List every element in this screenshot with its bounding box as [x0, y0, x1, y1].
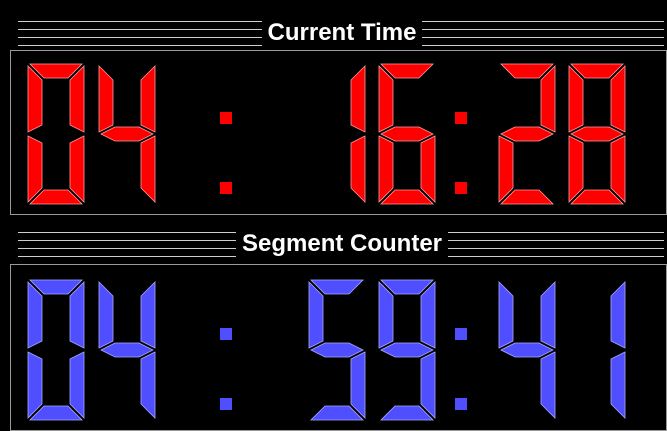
segment-f [27, 281, 43, 349]
digit-5 [610, 281, 626, 419]
segment-b [69, 65, 85, 133]
digit-4 [498, 63, 556, 205]
segment-g [570, 126, 624, 142]
segment-counter-header: Segment Counter [0, 225, 667, 263]
segment-e [568, 135, 584, 203]
segment-g [500, 342, 554, 358]
colon-1 [455, 328, 467, 410]
digit-3 [378, 63, 436, 205]
segment-g [380, 126, 434, 142]
segment-b [610, 65, 626, 133]
segment-counter-display [27, 279, 626, 421]
header-rule [422, 45, 664, 46]
colon-0 [220, 112, 232, 194]
colon-dot [220, 182, 232, 194]
segment-g [100, 126, 154, 142]
segment-e [498, 135, 514, 203]
header-rule [448, 240, 664, 241]
segment-g [310, 342, 364, 358]
segment-f [98, 281, 114, 349]
segment-f [98, 65, 114, 133]
segment-c [540, 351, 556, 419]
segment-c [350, 351, 366, 419]
segment-f [498, 281, 514, 349]
header-rule [18, 29, 262, 30]
digit-1 [98, 65, 156, 203]
digit-3 [378, 279, 436, 421]
segment-b [140, 281, 156, 349]
segment-b [610, 281, 626, 349]
digit-4 [498, 281, 556, 419]
colon-dot [455, 398, 467, 410]
segment-c [140, 351, 156, 419]
header-rule [18, 21, 262, 22]
current-time-panel [10, 50, 667, 215]
segment-counter-panel [10, 264, 667, 431]
segment-c [610, 135, 626, 203]
current-time-display [27, 63, 626, 205]
segment-e [378, 135, 394, 203]
segment-g [380, 342, 434, 358]
segment-g [100, 342, 154, 358]
digit-1 [98, 281, 156, 419]
segment-c [350, 135, 366, 203]
segment-c [69, 351, 85, 419]
segment-c [140, 135, 156, 203]
segment-f [308, 281, 324, 349]
segment-f [378, 65, 394, 133]
colon-dot [455, 112, 467, 124]
header-rule [18, 248, 236, 249]
segment-c [69, 135, 85, 203]
segment-c [420, 351, 436, 419]
colon-1 [455, 112, 467, 194]
colon-dot [455, 328, 467, 340]
header-rule [18, 240, 236, 241]
segment-b [140, 65, 156, 133]
segment-b [540, 65, 556, 133]
header-rule [448, 256, 664, 257]
segment-f [378, 281, 394, 349]
colon-dot [220, 112, 232, 124]
header-rule [448, 248, 664, 249]
header-rule [422, 37, 664, 38]
segment-f [27, 65, 43, 133]
header-rule [18, 45, 262, 46]
segment-e [27, 135, 43, 203]
segment-c [610, 351, 626, 419]
header-rule [448, 232, 664, 233]
segment-counter-title: Segment Counter [241, 230, 442, 257]
header-rule [18, 37, 262, 38]
segment-b [350, 65, 366, 133]
segment-f [568, 65, 584, 133]
digit-2 [350, 65, 366, 203]
segment-e [27, 351, 43, 419]
segment-b [69, 281, 85, 349]
current-time-title: Current Time [267, 19, 417, 46]
digit-0 [27, 279, 85, 421]
digit-0 [27, 63, 85, 205]
header-rule [422, 21, 664, 22]
segment-g [500, 126, 554, 142]
segment-c [420, 135, 436, 203]
colon-0 [220, 328, 232, 410]
segment-b [420, 281, 436, 349]
header-rule [18, 232, 236, 233]
colon-dot [220, 328, 232, 340]
colon-dot [455, 182, 467, 194]
colon-dot [220, 398, 232, 410]
segment-b [540, 281, 556, 349]
header-rule [18, 256, 236, 257]
scoreboard: Current Time Segment Counter [0, 0, 667, 431]
header-rule [422, 29, 664, 30]
current-time-header: Current Time [0, 14, 667, 52]
digit-5 [568, 63, 626, 205]
digit-2 [308, 279, 366, 421]
